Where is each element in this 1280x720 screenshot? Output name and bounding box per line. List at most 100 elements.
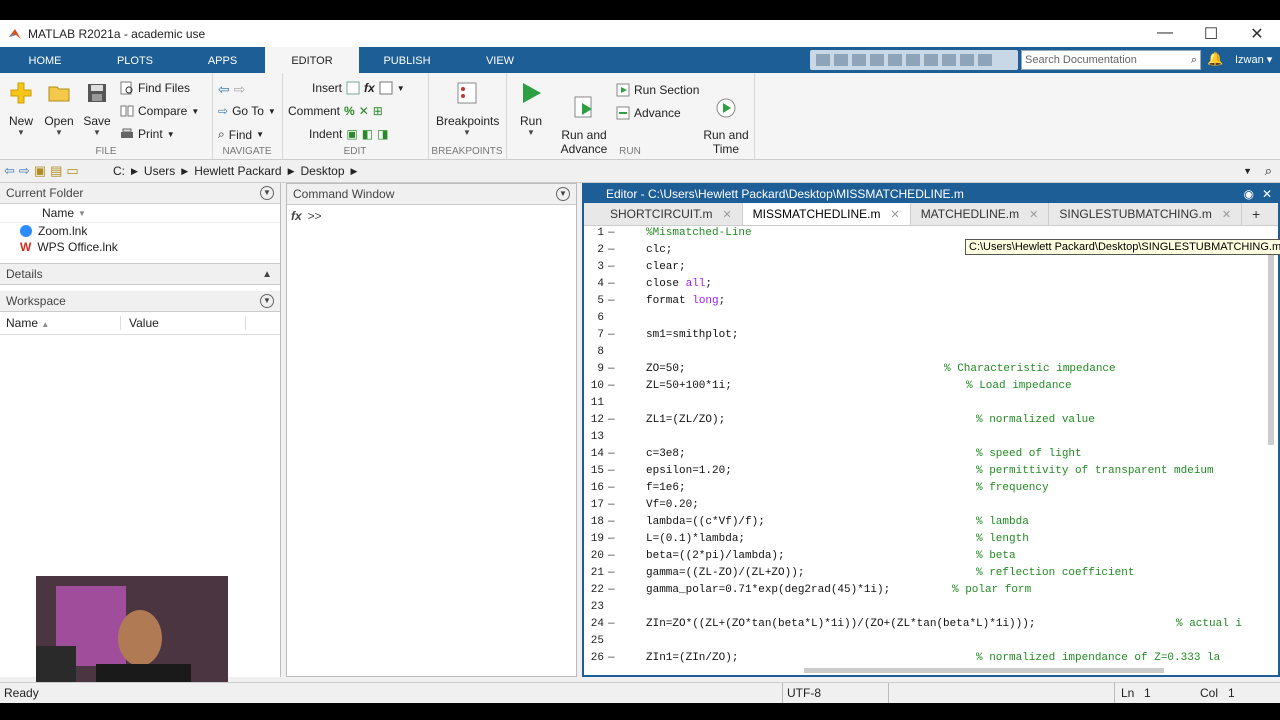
- insert-button[interactable]: Insert fx ▼: [312, 81, 405, 95]
- quick-access-toolbar[interactable]: [810, 50, 1018, 70]
- code-line[interactable]: 21 — gamma=((ZL-ZO)/(ZL+ZO)); % reflection …: [584, 565, 1278, 582]
- go-to-button[interactable]: ⇨ Go To ▼: [218, 104, 276, 118]
- save-button[interactable]: Save ▼: [82, 81, 112, 137]
- code-line[interactable]: 24 — ZIn=ZO*((ZL+(ZO*tan(beta*L)*1i))/(ZO+…: [584, 616, 1278, 633]
- breakpoint-marker[interactable]: —: [608, 259, 615, 276]
- breakpoint-marker[interactable]: —: [608, 378, 615, 395]
- breakpoint-marker[interactable]: —: [608, 548, 615, 565]
- breakpoints-button[interactable]: Breakpoints ▼: [436, 81, 499, 137]
- code-line[interactable]: 5 — format long;: [584, 293, 1278, 310]
- breakpoint-marker[interactable]: —: [608, 582, 615, 599]
- find-files-button[interactable]: Find Files: [120, 81, 190, 95]
- breadcrumb-item[interactable]: Desktop: [300, 164, 344, 178]
- code-line[interactable]: 14 — c=3e8; % speed of light: [584, 446, 1278, 463]
- address-forward-icon[interactable]: ⇨: [19, 163, 30, 179]
- collapse-chevron-icon[interactable]: ▲: [262, 269, 272, 280]
- code-line[interactable]: 3 — clear;: [584, 259, 1278, 276]
- indent-button[interactable]: Indent ▣ ◧ ◨: [309, 127, 388, 141]
- address-dropdown-icon[interactable]: ▼: [1243, 166, 1252, 176]
- fx-icon[interactable]: fx: [291, 209, 302, 223]
- breakpoint-marker[interactable]: —: [608, 276, 615, 293]
- breakpoint-marker[interactable]: —: [608, 463, 615, 480]
- list-item[interactable]: Zoom.lnk: [0, 223, 280, 239]
- print-button[interactable]: Print ▼: [120, 127, 175, 141]
- code-line[interactable]: 13: [584, 429, 1278, 446]
- run-section-button[interactable]: Run Section: [616, 83, 699, 97]
- code-line[interactable]: 20 — beta=((2*pi)/lambda); % beta: [584, 548, 1278, 565]
- name-column-header[interactable]: Name ▼: [0, 204, 280, 223]
- tab-apps[interactable]: APPS: [180, 47, 265, 73]
- tab-shortcircuit[interactable]: SHORTCIRCUIT.m ✕: [600, 203, 743, 225]
- code-line[interactable]: 26 — ZIn1=(ZIn/ZO); % normalized impendance…: [584, 650, 1278, 665]
- panel-actions-icon[interactable]: ▼: [556, 187, 570, 201]
- breadcrumb-item[interactable]: Users: [144, 164, 175, 178]
- close-tab-icon[interactable]: ✕: [890, 208, 899, 221]
- user-menu[interactable]: Izwan ▾: [1235, 53, 1272, 66]
- workspace-value-column[interactable]: Value: [121, 316, 246, 330]
- breakpoint-marker[interactable]: —: [608, 480, 615, 497]
- code-line[interactable]: 12 — ZL1=(ZL/ZO); % normalized value: [584, 412, 1278, 429]
- panel-actions-icon[interactable]: ▼: [260, 186, 274, 200]
- horizontal-scrollbar[interactable]: [804, 668, 1164, 673]
- tab-view[interactable]: VIEW: [455, 47, 545, 73]
- minimize-button[interactable]: —: [1142, 24, 1188, 44]
- maximize-button[interactable]: ☐: [1188, 24, 1234, 44]
- breadcrumb-item[interactable]: C:: [113, 164, 125, 178]
- code-line[interactable]: 8: [584, 344, 1278, 361]
- close-tab-icon[interactable]: ✕: [1222, 208, 1231, 221]
- code-line[interactable]: 9 — ZO=50; % Characteristic impedance: [584, 361, 1278, 378]
- code-line[interactable]: 17 — Vf=0.20;: [584, 497, 1278, 514]
- code-line[interactable]: 11: [584, 395, 1278, 412]
- close-tab-icon[interactable]: ✕: [722, 208, 731, 221]
- tab-plots[interactable]: PLOTS: [90, 47, 180, 73]
- code-line[interactable]: 23: [584, 599, 1278, 616]
- list-item[interactable]: W WPS Office.lnk: [0, 239, 280, 255]
- breakpoint-marker[interactable]: —: [608, 565, 615, 582]
- breakpoint-marker[interactable]: —: [608, 531, 615, 548]
- breakpoint-marker[interactable]: —: [608, 446, 615, 463]
- breakpoint-marker[interactable]: —: [608, 327, 615, 344]
- new-button[interactable]: New ▼: [6, 81, 36, 137]
- code-line[interactable]: 15 — epsilon=1.20; % permittivity of transp…: [584, 463, 1278, 480]
- find-button[interactable]: ⌕ Find ▼: [218, 127, 264, 142]
- address-back-icon[interactable]: ⇦: [4, 163, 15, 179]
- advance-button[interactable]: Advance: [616, 106, 681, 120]
- code-line[interactable]: 19 — L=(0.1)*lambda; % length: [584, 531, 1278, 548]
- comment-button[interactable]: Comment% ✕ ⊞: [288, 104, 383, 118]
- compare-button[interactable]: Compare ▼: [120, 104, 199, 118]
- breakpoint-marker[interactable]: —: [608, 225, 615, 242]
- tab-missmatchedline[interactable]: MISSMATCHEDLINE.m ✕: [742, 203, 911, 225]
- breadcrumb-item[interactable]: Hewlett Packard: [194, 164, 281, 178]
- breakpoint-marker[interactable]: —: [608, 242, 615, 259]
- address-search-icon[interactable]: ⌕: [1265, 163, 1272, 179]
- breakpoint-marker[interactable]: —: [608, 293, 615, 310]
- breakpoint-marker[interactable]: —: [608, 650, 615, 665]
- code-line[interactable]: 6: [584, 310, 1278, 327]
- code-line[interactable]: 7 — sm1=smithplot;: [584, 327, 1278, 344]
- code-line[interactable]: 18 — lambda=((c*Vf)/f); % lambda: [584, 514, 1278, 531]
- panel-actions-icon[interactable]: ▼: [260, 294, 274, 308]
- open-button[interactable]: Open ▼: [42, 81, 76, 137]
- editor-close-icon[interactable]: ✕: [1262, 187, 1272, 201]
- vertical-scrollbar[interactable]: [1268, 245, 1274, 445]
- code-area[interactable]: 1 — %Mismatched-Line 2 — clc; 3 — clear; 4 — close …: [584, 225, 1278, 665]
- code-line[interactable]: 10 — ZL=50+100*1i; % Load impedance: [584, 378, 1278, 395]
- tab-home[interactable]: HOME: [0, 47, 90, 73]
- tab-editor[interactable]: EDITOR: [265, 47, 359, 73]
- new-tab-plus-icon[interactable]: +: [1242, 203, 1270, 225]
- code-line[interactable]: 4 — close all;: [584, 276, 1278, 293]
- breakpoint-marker[interactable]: —: [608, 514, 615, 531]
- notification-bell-icon[interactable]: 🔔: [1207, 51, 1223, 67]
- up-folder-icon[interactable]: ▣: [34, 163, 46, 179]
- breakpoint-marker[interactable]: —: [608, 361, 615, 378]
- close-tab-icon[interactable]: ✕: [1029, 208, 1038, 221]
- breakpoint-marker[interactable]: —: [608, 412, 615, 429]
- breakpoint-marker[interactable]: —: [608, 497, 615, 514]
- code-line[interactable]: 25: [584, 633, 1278, 650]
- search-documentation-input[interactable]: Search Documentation ⌕: [1021, 50, 1201, 70]
- tab-publish[interactable]: PUBLISH: [359, 47, 455, 73]
- details-header[interactable]: Details ▲: [0, 263, 280, 285]
- run-button[interactable]: Run ▼: [516, 81, 546, 137]
- tab-singlestubmatching[interactable]: SINGLESTUBMATCHING.m ✕: [1049, 203, 1243, 225]
- code-line[interactable]: 22 — gamma_polar=0.71*exp(deg2rad(45)*1i);…: [584, 582, 1278, 599]
